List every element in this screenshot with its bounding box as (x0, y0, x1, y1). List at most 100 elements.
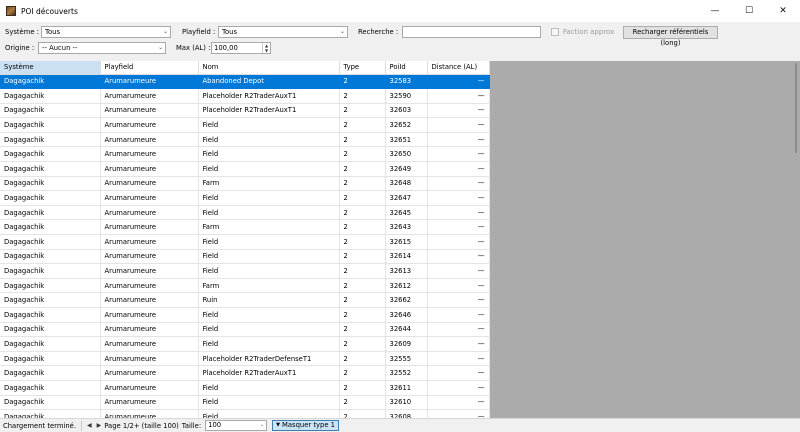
cell-type[interactable]: 2 (339, 234, 386, 250)
table-row[interactable]: Dagagachik Arumarumeure Field 2 32651— (0, 132, 490, 148)
table-row[interactable]: Dagagachik Arumarumeure Field 2 32613— (0, 263, 490, 279)
cell-systeme[interactable]: Dagagachik (0, 307, 101, 323)
cell-distance[interactable]: — (427, 365, 490, 381)
table-row[interactable]: Dagagachik Arumarumeure Ruin 2 32662— (0, 292, 490, 308)
cell-playfield[interactable]: Arumarumeure (100, 176, 199, 192)
next-page-icon[interactable]: ▶ (97, 422, 102, 429)
table-row[interactable]: Dagagachik Arumarumeure Field 2 32614— (0, 249, 490, 265)
faction-approx-checkbox[interactable]: Faction approx (551, 28, 614, 36)
cell-systeme[interactable]: Dagagachik (0, 132, 101, 148)
cell-systeme[interactable]: Dagagachik (0, 292, 101, 308)
cell-nom[interactable]: Field (198, 205, 340, 221)
table-row[interactable]: Dagagachik Arumarumeure Farm 2 32648— (0, 176, 490, 192)
close-button[interactable]: ✕ (766, 0, 800, 22)
checkbox-box[interactable] (551, 28, 559, 36)
cell-poiid[interactable]: 32649 (385, 161, 428, 177)
cell-type[interactable]: 2 (339, 409, 386, 418)
cell-systeme[interactable]: Dagagachik (0, 395, 101, 411)
table-row[interactable]: Dagagachik Arumarumeure Field 2 32645— (0, 205, 490, 221)
table-row[interactable]: Dagagachik Arumarumeure Placeholder R2Trad… (0, 103, 490, 119)
cell-poiid[interactable]: 32608 (385, 409, 428, 418)
cell-playfield[interactable]: Arumarumeure (100, 190, 199, 206)
cell-playfield[interactable]: Arumarumeure (100, 351, 199, 367)
cell-nom[interactable]: Field (198, 263, 340, 279)
cell-playfield[interactable]: Arumarumeure (100, 117, 199, 133)
cell-playfield[interactable]: Arumarumeure (100, 161, 199, 177)
cell-playfield[interactable]: Arumarumeure (100, 278, 199, 294)
table-row[interactable]: Dagagachik Arumarumeure Field 2 32646— (0, 307, 490, 323)
table-row[interactable]: Dagagachik Arumarumeure Field 2 32610— (0, 395, 490, 411)
cell-type[interactable]: 2 (339, 176, 386, 192)
cell-nom[interactable]: Abandoned Depot (198, 74, 340, 90)
previous-page-icon[interactable]: ◀ (87, 422, 92, 429)
cell-playfield[interactable]: Arumarumeure (100, 234, 199, 250)
cell-systeme[interactable]: Dagagachik (0, 219, 101, 236)
cell-distance[interactable]: — (427, 307, 490, 323)
cell-poiid[interactable]: 32603 (385, 103, 428, 119)
cell-playfield[interactable]: Arumarumeure (100, 88, 199, 104)
table-row[interactable]: Dagagachik Arumarumeure Field 2 32609— (0, 336, 490, 352)
cell-distance[interactable]: — (427, 132, 490, 148)
cell-systeme[interactable]: Dagagachik (0, 161, 101, 177)
origine-combo[interactable]: -- Aucun -- ⌄ (38, 42, 166, 54)
table-row[interactable]: Dagagachik Arumarumeure Placeholder R2Trad… (0, 351, 490, 367)
cell-playfield[interactable]: Arumarumeure (100, 103, 199, 119)
cell-nom[interactable]: Farm (198, 176, 340, 192)
table-row[interactable]: Dagagachik Arumarumeure Field 2 32644— (0, 322, 490, 338)
cell-distance[interactable]: — (427, 336, 490, 352)
cell-distance[interactable]: — (427, 249, 490, 265)
column-header-nom[interactable]: Nom (198, 61, 340, 75)
cell-nom[interactable]: Placeholder R2TraderAuxT1 (198, 103, 340, 119)
max-al-spinner[interactable]: 100,00 ▲ ▼ (211, 42, 271, 54)
cell-nom[interactable]: Field (198, 307, 340, 323)
cell-playfield[interactable]: Arumarumeure (100, 395, 199, 411)
cell-poiid[interactable]: 32652 (385, 117, 428, 133)
table-row[interactable]: Dagagachik Arumarumeure Field 2 32608— (0, 409, 490, 418)
cell-nom[interactable]: Placeholder R2TraderAuxT1 (198, 88, 340, 104)
cell-nom[interactable]: Field (198, 146, 340, 163)
cell-type[interactable]: 2 (339, 307, 386, 323)
cell-nom[interactable]: Field (198, 336, 340, 352)
cell-nom[interactable]: Field (198, 161, 340, 177)
cell-type[interactable]: 2 (339, 278, 386, 294)
cell-nom[interactable]: Placeholder R2TraderDefenseT1 (198, 351, 340, 367)
cell-poiid[interactable]: 32555 (385, 351, 428, 367)
cell-nom[interactable]: Field (198, 117, 340, 133)
spin-down-icon[interactable]: ▼ (263, 48, 270, 53)
cell-playfield[interactable]: Arumarumeure (100, 205, 199, 221)
cell-systeme[interactable]: Dagagachik (0, 278, 101, 294)
cell-distance[interactable]: — (427, 161, 490, 177)
cell-type[interactable]: 2 (339, 292, 386, 308)
cell-poiid[interactable]: 32662 (385, 292, 428, 308)
cell-nom[interactable]: Field (198, 249, 340, 265)
cell-poiid[interactable]: 32614 (385, 249, 428, 265)
cell-systeme[interactable]: Dagagachik (0, 380, 101, 396)
cell-poiid[interactable]: 32609 (385, 336, 428, 352)
cell-type[interactable]: 2 (339, 336, 386, 352)
cell-nom[interactable]: Farm (198, 219, 340, 236)
cell-poiid[interactable]: 32612 (385, 278, 428, 294)
cell-type[interactable]: 2 (339, 132, 386, 148)
table-row[interactable]: Dagagachik Arumarumeure Field 2 32615— (0, 234, 490, 250)
cell-type[interactable]: 2 (339, 190, 386, 206)
cell-nom[interactable]: Field (198, 322, 340, 338)
table-row[interactable]: Dagagachik Arumarumeure Field 2 32647— (0, 190, 490, 206)
cell-nom[interactable]: Ruin (198, 292, 340, 308)
cell-playfield[interactable]: Arumarumeure (100, 74, 199, 90)
cell-systeme[interactable]: Dagagachik (0, 88, 101, 104)
cell-type[interactable]: 2 (339, 365, 386, 381)
cell-nom[interactable]: Field (198, 395, 340, 411)
cell-type[interactable]: 2 (339, 351, 386, 367)
cell-poiid[interactable]: 32650 (385, 146, 428, 163)
page-size-combo[interactable]: 100 ⌄ (205, 420, 268, 431)
cell-distance[interactable]: — (427, 219, 490, 236)
scrollbar-thumb[interactable] (795, 63, 797, 153)
cell-type[interactable]: 2 (339, 161, 386, 177)
maximize-button[interactable]: ☐ (732, 0, 766, 22)
cell-systeme[interactable]: Dagagachik (0, 190, 101, 206)
cell-playfield[interactable]: Arumarumeure (100, 365, 199, 381)
mask-type1-button[interactable]: ▼ Masquer type 1 (272, 420, 339, 431)
column-header-poiid[interactable]: PoiId (385, 61, 428, 75)
cell-poiid[interactable]: 32611 (385, 380, 428, 396)
cell-distance[interactable]: — (427, 234, 490, 250)
